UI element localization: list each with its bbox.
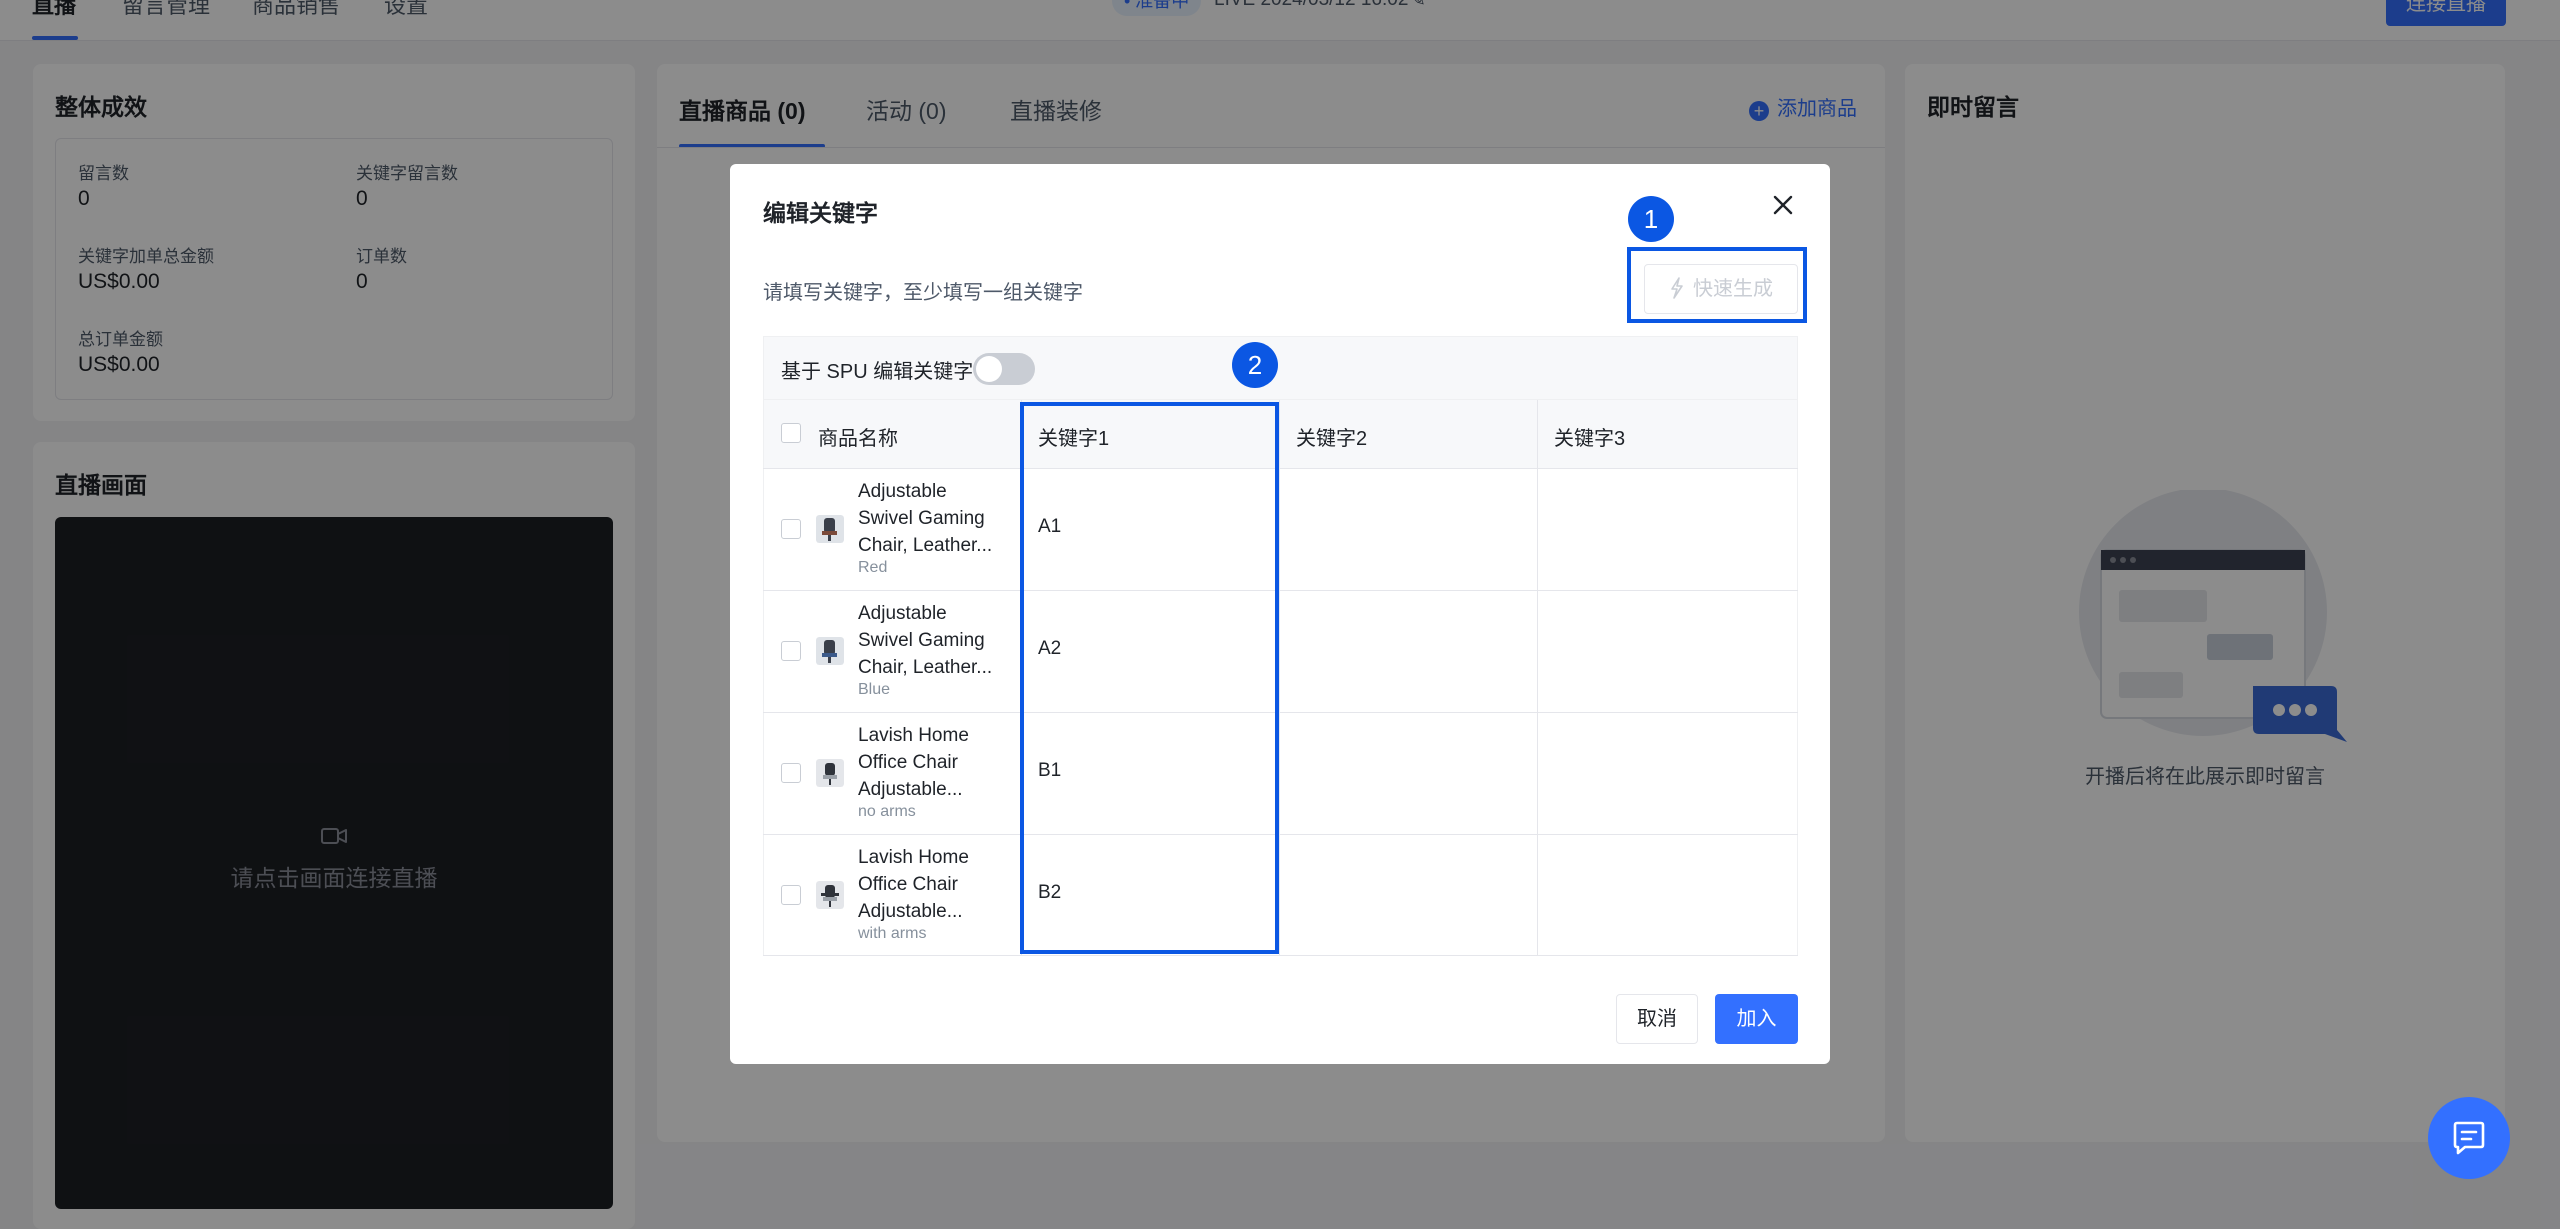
table-row: Lavish Home Office Chair Adjustable... w… (763, 834, 1798, 956)
product-thumbnail (816, 515, 844, 543)
spu-toggle-label: 基于 SPU 编辑关键字 (781, 361, 974, 383)
row-checkbox[interactable] (781, 519, 801, 539)
chat-icon (2453, 1121, 2485, 1155)
product-variant: Red (858, 559, 888, 576)
dialog-hint: 请填写关键字，至少填写一组关键字 (763, 282, 1083, 304)
column-header-keyword-3: 关键字3 (1554, 428, 1626, 450)
highlight-box-keyword-column (1020, 402, 1279, 954)
table-row: Lavish Home Office Chair Adjustable... n… (763, 712, 1798, 834)
row-checkbox[interactable] (781, 763, 801, 783)
column-header-product-name: 商品名称 (818, 428, 898, 450)
grid-line (763, 834, 1798, 835)
spu-toggle-bar: 基于 SPU 编辑关键字 (763, 336, 1798, 400)
grid-line (1279, 400, 1280, 955)
grid-line (1537, 400, 1538, 955)
dialog-title: 编辑关键字 (763, 200, 878, 226)
spu-toggle-switch[interactable] (973, 353, 1035, 385)
row-checkbox[interactable] (781, 641, 801, 661)
column-header-keyword-2: 关键字2 (1296, 428, 1368, 450)
grid-line (763, 468, 1798, 469)
close-icon[interactable] (1768, 190, 1798, 220)
product-thumbnail (816, 881, 844, 909)
cancel-button[interactable]: 取消 (1616, 994, 1698, 1044)
row-checkbox[interactable] (781, 885, 801, 905)
product-name: Lavish Home Office Chair Adjustable... (858, 847, 969, 922)
annotation-marker: 1 (1628, 196, 1674, 242)
select-all-checkbox[interactable] (781, 423, 801, 443)
product-thumbnail (816, 637, 844, 665)
product-thumbnail (816, 759, 844, 787)
toggle-knob (976, 356, 1002, 382)
annotation-marker: 2 (1232, 342, 1278, 388)
product-name: Adjustable Swivel Gaming Chair, Leather.… (858, 481, 993, 556)
chat-support-button[interactable] (2428, 1097, 2510, 1179)
grid-line (763, 590, 1798, 591)
grid-line (763, 712, 1798, 713)
product-variant: with arms (858, 925, 927, 942)
table-row: Adjustable Swivel Gaming Chair, Leather.… (763, 468, 1798, 590)
join-button[interactable]: 加入 (1715, 994, 1798, 1044)
product-variant: Blue (858, 681, 891, 698)
grid-line (763, 955, 1798, 956)
highlight-box-quick-generate (1627, 247, 1807, 323)
product-name: Adjustable Swivel Gaming Chair, Leather.… (858, 603, 993, 678)
table-header: 商品名称 关键字1 关键字2 关键字3 (763, 400, 1798, 468)
product-variant: no arms (858, 803, 916, 820)
product-name: Lavish Home Office Chair Adjustable... (858, 725, 969, 800)
table-row: Adjustable Swivel Gaming Chair, Leather.… (763, 590, 1798, 712)
